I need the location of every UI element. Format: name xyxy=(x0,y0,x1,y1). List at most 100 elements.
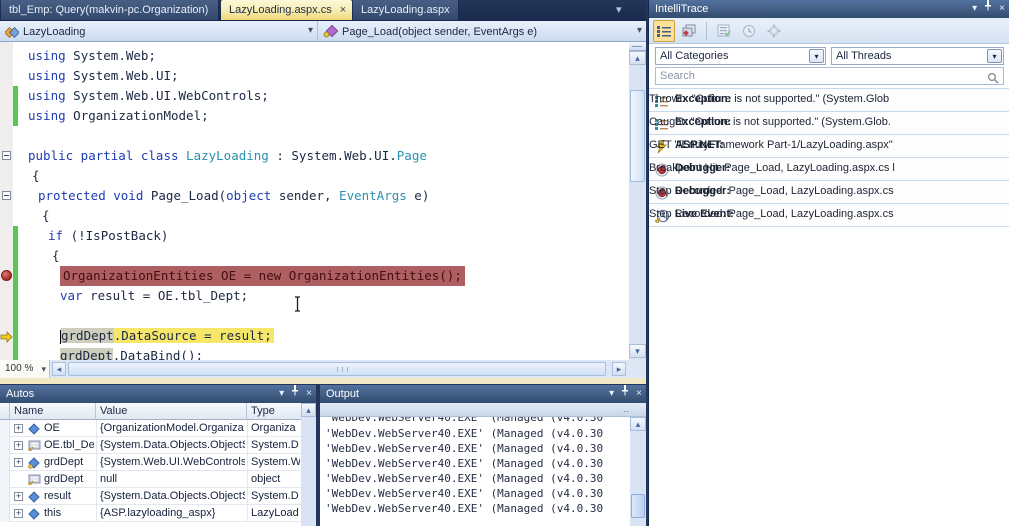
variable-name: OE xyxy=(44,421,94,436)
code-fold-icon[interactable] xyxy=(2,191,11,200)
editor-splitter-handle[interactable] xyxy=(629,42,646,51)
class-selector-dropdown-icon[interactable]: ▾ xyxy=(308,25,313,36)
code-line-10[interactable]: if (!IsPostBack) xyxy=(48,226,168,246)
document-tab-2[interactable]: LazyLoading.aspx.cs × xyxy=(221,0,352,20)
tab-overflow-icon[interactable]: ▾ xyxy=(616,3,622,16)
document-tab-1[interactable]: tbl_Emp: Query(makvin-pc.Organization) xyxy=(1,0,219,20)
method-selector-dropdown-icon[interactable]: ▾ xyxy=(637,25,642,36)
close-icon[interactable]: × xyxy=(636,385,642,403)
expand-icon[interactable]: + xyxy=(14,492,23,501)
events-view-button[interactable] xyxy=(653,20,675,42)
tab-close-icon[interactable]: × xyxy=(340,4,346,16)
intellitrace-panel: IntelliTrace ▾ × xyxy=(648,0,1009,526)
output-vscroll-thumb[interactable] xyxy=(631,494,645,518)
zoom-dropdown-icon[interactable]: ▾ xyxy=(41,361,46,378)
timeline-button[interactable] xyxy=(738,20,760,42)
intellitrace-event-row[interactable]: Live Event: Step Recorded: Page_Load, La… xyxy=(649,204,1009,227)
output-vertical-scrollbar[interactable]: ▴ xyxy=(630,417,646,526)
autos-grid-header: Name Value Type xyxy=(0,403,301,420)
search-icon[interactable] xyxy=(987,71,999,89)
categories-filter-combo[interactable]: All Categories ▾ xyxy=(655,47,826,65)
scroll-up-button[interactable]: ▴ xyxy=(630,417,646,431)
autos-row[interactable]: + OE.tbl_Dept {System.Data.Objects.Objec… xyxy=(0,437,301,454)
autos-row[interactable]: + result {System.Data.Objects.ObjectS Sy… xyxy=(0,488,301,505)
code-line-15[interactable]: grdDept.DataSource = result; xyxy=(60,326,274,346)
intellitrace-event-row[interactable]: Debugger: Breakpoint Hit: Page_Load, Laz… xyxy=(649,158,1009,181)
current-statement-arrow-icon xyxy=(0,330,13,348)
search-input[interactable] xyxy=(660,69,980,83)
code-line-7[interactable]: { xyxy=(32,166,40,186)
intellitrace-event-row[interactable]: Debugger: Step Recorded: Page_Load, Lazy… xyxy=(649,181,1009,204)
column-header-value[interactable]: Value xyxy=(96,403,247,420)
dropdown-button[interactable]: ▾ xyxy=(987,49,1002,63)
column-header-name[interactable]: Name xyxy=(10,403,96,420)
column-header-type[interactable]: Type xyxy=(247,403,301,420)
scroll-right-button[interactable]: ▸ xyxy=(612,362,626,376)
variable-type: System.D xyxy=(251,489,300,504)
pin-icon[interactable] xyxy=(621,385,629,403)
output-log[interactable]: 'WebDev.WebServer40.EXE' (Managed (v4.0.… xyxy=(320,417,630,526)
code-line-2[interactable]: using System.Web.UI; xyxy=(28,66,179,86)
expand-icon[interactable]: + xyxy=(14,509,23,518)
method-selector-value: Page_Load(object sender, EventArgs e) xyxy=(342,26,537,38)
class-selector-combo[interactable]: LazyLoading ▾ xyxy=(0,21,318,42)
saved-log-button[interactable] xyxy=(713,20,735,42)
code-line-4[interactable]: using OrganizationModel; xyxy=(28,106,209,126)
window-menu-icon[interactable]: ▾ xyxy=(279,385,284,403)
autos-row[interactable]: + this {ASP.lazyloading_aspx} LazyLoad xyxy=(0,505,301,522)
change-tracking-bar xyxy=(13,346,18,360)
autos-row[interactable]: + grdDept {System.Web.UI.WebControls Sys… xyxy=(0,454,301,471)
control-icon xyxy=(28,457,40,472)
output-log-line: 'WebDev.WebServer40.EXE' (Managed (v4.0.… xyxy=(320,441,630,456)
editor-vertical-scrollbar[interactable]: ▴ ▾ xyxy=(629,42,646,360)
editor-vscroll-thumb[interactable] xyxy=(630,90,645,182)
autos-row[interactable]: grdDept null object xyxy=(0,471,301,488)
code-line-13[interactable]: var result = OE.tbl_Dept; xyxy=(60,286,248,306)
code-line-3[interactable]: using System.Web.UI.WebControls; xyxy=(28,86,269,106)
change-tracking-bar xyxy=(13,286,18,306)
method-selector-combo[interactable]: Page_Load(object sender, EventArgs e) ▾ xyxy=(318,21,646,42)
code-editor[interactable]: using System.Web;using System.Web.UI;usi… xyxy=(0,42,646,360)
threads-filter-combo[interactable]: All Threads ▾ xyxy=(831,47,1004,65)
editor-navigation-bar: LazyLoading ▾ Page_Load(object sender, E… xyxy=(0,20,646,42)
code-line-12[interactable]: OrganizationEntities OE = new Organizati… xyxy=(60,266,465,286)
pin-icon[interactable] xyxy=(984,0,992,18)
close-icon[interactable]: × xyxy=(999,0,1005,18)
scroll-down-button[interactable]: ▾ xyxy=(629,344,646,358)
settings-gear-button[interactable] xyxy=(763,20,785,42)
intellitrace-event-row[interactable]: Exception: Thrown: "Culture is not suppo… xyxy=(649,89,1009,112)
close-icon[interactable]: × xyxy=(306,385,312,403)
document-tab-3[interactable]: LazyLoading.aspx xyxy=(353,0,459,20)
scroll-up-button[interactable]: ▴ xyxy=(629,51,646,65)
code-line-9[interactable]: { xyxy=(42,206,50,226)
autos-panel: Autos ▾ × Name Value Type + OE {Organiza… xyxy=(0,385,316,526)
variable-type: object xyxy=(251,472,300,487)
pin-icon[interactable] xyxy=(291,385,299,403)
breakpoint-icon[interactable] xyxy=(1,270,12,281)
editor-indicator-margin[interactable] xyxy=(0,42,13,360)
code-line-1[interactable]: using System.Web; xyxy=(28,46,156,66)
code-line-8[interactable]: protected void Page_Load(object sender, … xyxy=(38,186,429,206)
calls-view-button[interactable] xyxy=(678,20,700,42)
window-menu-icon[interactable]: ▾ xyxy=(609,385,614,403)
scroll-left-button[interactable]: ◂ xyxy=(52,362,66,376)
intellitrace-event-row[interactable]: ASP.NET: GET "/EntityFramework Part-1/La… xyxy=(649,135,1009,158)
expand-icon[interactable]: + xyxy=(14,424,23,433)
variable-type: System.W xyxy=(251,455,300,470)
code-line-6[interactable]: public partial class LazyLoading : Syste… xyxy=(28,146,427,166)
editor-zoom-control[interactable]: 100 % ▾ xyxy=(0,360,50,378)
intellitrace-search-box xyxy=(655,67,1004,85)
expand-icon[interactable]: + xyxy=(14,441,23,450)
autos-vertical-scrollbar[interactable]: ▴ xyxy=(301,403,316,526)
expand-icon[interactable]: + xyxy=(14,458,23,467)
editor-hscroll-thumb[interactable] xyxy=(68,362,606,376)
code-fold-icon[interactable] xyxy=(2,151,11,160)
code-line-16[interactable]: grdDept.DataBind(); xyxy=(60,346,203,360)
code-line-11[interactable]: { xyxy=(52,246,60,266)
intellitrace-event-row[interactable]: Exception: Caught: "Culture is not suppo… xyxy=(649,112,1009,135)
toolbar-overflow-icon[interactable]: .. xyxy=(623,403,630,415)
dropdown-button[interactable]: ▾ xyxy=(809,49,824,63)
autos-row[interactable]: + OE {OrganizationModel.Organiza Organiz… xyxy=(0,420,301,437)
window-menu-icon[interactable]: ▾ xyxy=(972,0,977,18)
scroll-up-button[interactable]: ▴ xyxy=(301,403,316,417)
